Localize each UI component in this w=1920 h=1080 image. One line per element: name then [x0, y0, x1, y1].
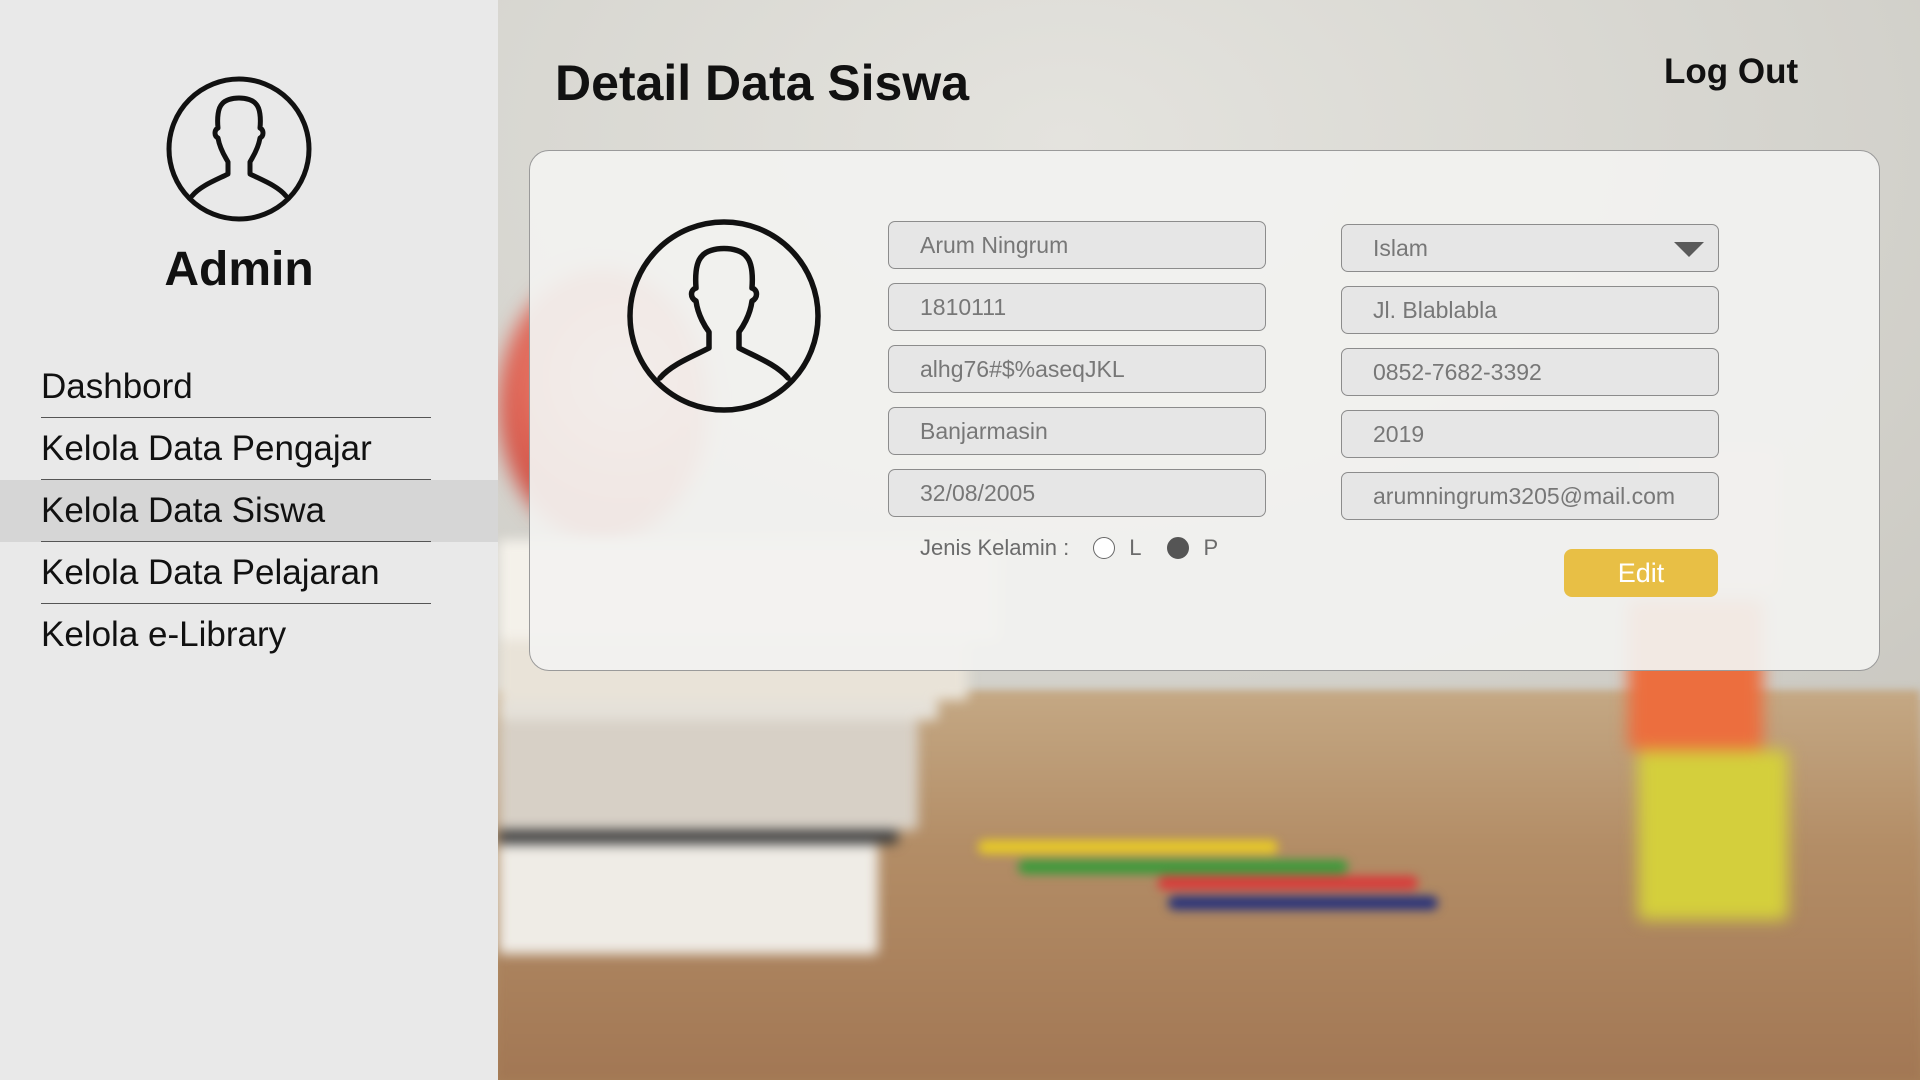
religion-value: Islam — [1373, 234, 1428, 261]
sidebar-item-kelola-e-library[interactable]: Kelola e-Library — [0, 604, 498, 666]
sidebar-nav: Dashbord Kelola Data Pengajar Kelola Dat… — [0, 356, 498, 666]
birthdate-value: 32/08/2005 — [920, 479, 1036, 506]
sidebar-item-label: Dashbord — [41, 367, 193, 406]
phone-field[interactable]: 0852-7682-3392 — [1341, 348, 1719, 396]
sidebar-item-label: Kelola Data Pelajaran — [41, 553, 380, 592]
birthplace-value: Banjarmasin — [920, 417, 1048, 444]
name-field[interactable]: Arum Ningrum — [888, 221, 1266, 269]
email-value: arumningrum3205@mail.com — [1373, 482, 1676, 509]
gender-radio-l[interactable] — [1093, 537, 1116, 559]
religion-select[interactable]: Islam — [1341, 224, 1719, 272]
address-value: Jl. Blablabla — [1373, 296, 1498, 323]
sidebar-item-kelola-data-pelajaran[interactable]: Kelola Data Pelajaran — [0, 542, 498, 604]
sidebar-item-label: Kelola e-Library — [41, 615, 287, 654]
admin-avatar-icon — [166, 76, 312, 222]
gender-option-p-label: P — [1203, 535, 1219, 560]
address-field[interactable]: Jl. Blablabla — [1341, 286, 1719, 334]
sidebar-item-label: Kelola Data Pengajar — [41, 429, 372, 468]
year-value: 2019 — [1373, 420, 1425, 447]
sidebar-item-dashboard[interactable]: Dashbord — [0, 356, 498, 418]
edit-button[interactable]: Edit — [1564, 549, 1718, 597]
phone-value: 0852-7682-3392 — [1373, 358, 1542, 385]
sidebar: Admin Dashbord Kelola Data Pengajar Kelo… — [0, 0, 498, 1080]
logout-button[interactable]: Log Out — [1664, 52, 1798, 92]
admin-label: Admin — [164, 243, 314, 296]
birthdate-field[interactable]: 32/08/2005 — [888, 469, 1266, 517]
background-pencils — [978, 840, 1438, 960]
password-field[interactable]: alhg76#$%aseqJKL — [888, 345, 1266, 393]
student-avatar-icon — [627, 219, 821, 413]
password-value: alhg76#$%aseqJKL — [920, 355, 1125, 382]
gender-group: Jenis Kelamin : L P — [920, 534, 1218, 562]
email-field[interactable]: arumningrum3205@mail.com — [1341, 472, 1719, 520]
sidebar-item-label: Kelola Data Siswa — [41, 491, 326, 530]
gender-option-l-label: L — [1129, 535, 1142, 560]
sidebar-item-kelola-data-pengajar[interactable]: Kelola Data Pengajar — [0, 418, 498, 480]
nis-field[interactable]: 1810111 — [888, 283, 1266, 331]
gender-radio-p[interactable] — [1167, 537, 1190, 559]
year-field[interactable]: 2019 — [1341, 410, 1719, 458]
name-value: Arum Ningrum — [920, 231, 1069, 258]
caret-down-icon — [1674, 242, 1704, 257]
nis-value: 1810111 — [920, 293, 1007, 320]
page-title: Detail Data Siswa — [555, 55, 970, 111]
birthplace-field[interactable]: Banjarmasin — [888, 407, 1266, 455]
sidebar-item-kelola-data-siswa[interactable]: Kelola Data Siswa — [0, 480, 498, 542]
gender-label: Jenis Kelamin : — [920, 535, 1070, 560]
